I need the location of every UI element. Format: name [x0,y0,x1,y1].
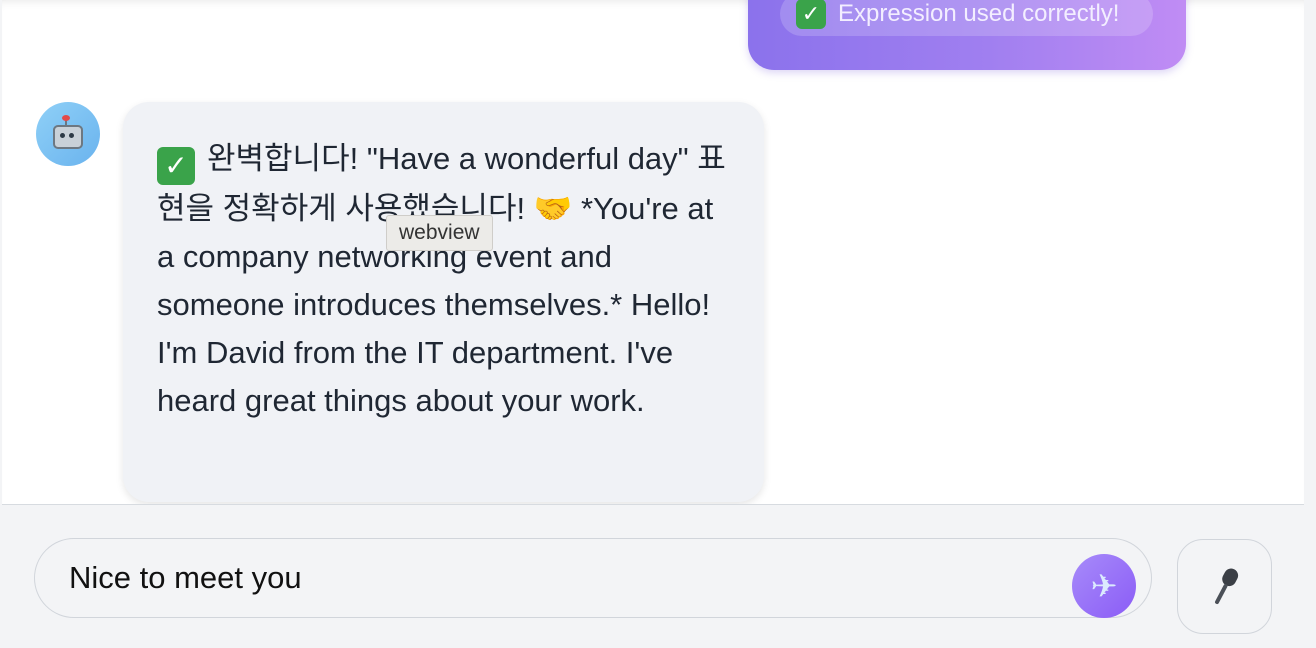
composer-divider [2,504,1304,505]
send-button[interactable]: ✈ [1072,554,1136,618]
bot-avatar [36,102,100,166]
webview-tooltip: webview [386,215,493,251]
user-message-bubble: ✓ Expression used correctly! [748,0,1186,70]
chat-messages-area: ✓ Expression used correctly! ✓ 완벽합니다! "Ha… [2,0,1304,505]
expression-feedback-badge: ✓ Expression used correctly! [780,0,1153,36]
message-input-value: Nice to meet you [69,560,302,595]
check-icon: ✓ [157,147,195,185]
bot-message-bubble: ✓ 완벽합니다! "Have a wonderful day" 표현을 정확하게 … [123,102,764,502]
check-icon: ✓ [796,0,826,29]
airplane-icon: ✈ [1090,568,1118,604]
microphone-icon [1202,562,1247,611]
expression-feedback-text: Expression used correctly! [838,0,1120,27]
handshake-emoji: 🤝 [533,191,573,226]
message-input[interactable]: Nice to meet you [34,538,1152,618]
microphone-button[interactable] [1177,539,1272,634]
robot-icon [53,115,83,149]
